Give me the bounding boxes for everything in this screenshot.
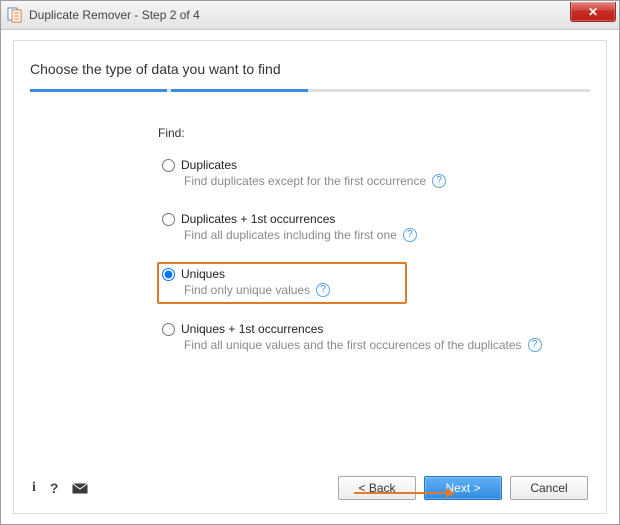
annotation-arrow bbox=[354, 492, 454, 494]
option-desc-text: Find all unique values and the first occ… bbox=[184, 338, 522, 352]
option-opt-uni1: Uniques + 1st occurrences Find all unique… bbox=[158, 318, 584, 358]
option-row[interactable]: Uniques + 1st occurrences bbox=[162, 322, 578, 336]
option-title: Uniques bbox=[181, 267, 225, 281]
app-icon bbox=[7, 7, 23, 23]
option-opt-dup1: Duplicates + 1st occurrences Find all dup… bbox=[158, 208, 584, 248]
option-help-icon[interactable]: ? bbox=[403, 228, 417, 242]
option-row[interactable]: Duplicates bbox=[162, 158, 578, 172]
option-opt-dup: Duplicates Find duplicates except for the… bbox=[158, 154, 584, 194]
option-desc-text: Find only unique values bbox=[184, 283, 310, 297]
back-button[interactable]: < Back bbox=[338, 476, 416, 500]
find-label: Find: bbox=[158, 126, 584, 140]
radio-opt-uni1[interactable] bbox=[162, 323, 175, 336]
titlebar: Duplicate Remover - Step 2 of 4 ✕ bbox=[1, 1, 619, 30]
option-row[interactable]: Duplicates + 1st occurrences bbox=[162, 212, 578, 226]
radio-opt-dup[interactable] bbox=[162, 159, 175, 172]
info-icon[interactable]: i bbox=[32, 480, 36, 496]
radio-opt-dup1[interactable] bbox=[162, 213, 175, 226]
help-icon[interactable]: ? bbox=[50, 480, 59, 496]
next-button[interactable]: Next > bbox=[424, 476, 502, 500]
option-desc-text: Find all duplicates including the first … bbox=[184, 228, 397, 242]
close-button[interactable]: ✕ bbox=[570, 2, 616, 22]
option-title: Duplicates + 1st occurrences bbox=[181, 212, 335, 226]
option-desc: Find only unique values? bbox=[184, 283, 400, 297]
footer: i ? < Back Next > Cancel bbox=[28, 471, 592, 505]
window-title: Duplicate Remover - Step 2 of 4 bbox=[29, 8, 200, 22]
option-desc: Find all duplicates including the first … bbox=[184, 228, 578, 242]
option-help-icon[interactable]: ? bbox=[528, 338, 542, 352]
close-icon: ✕ bbox=[588, 5, 598, 19]
wizard-panel: Choose the type of data you want to find… bbox=[13, 40, 607, 514]
option-help-icon[interactable]: ? bbox=[432, 174, 446, 188]
option-desc: Find all unique values and the first occ… bbox=[184, 338, 578, 352]
cancel-button[interactable]: Cancel bbox=[510, 476, 588, 500]
option-title: Duplicates bbox=[181, 158, 237, 172]
option-row[interactable]: Uniques bbox=[162, 267, 400, 281]
page-heading: Choose the type of data you want to find bbox=[30, 61, 590, 77]
option-help-icon[interactable]: ? bbox=[316, 283, 330, 297]
option-title: Uniques + 1st occurrences bbox=[181, 322, 323, 336]
wizard-window: Duplicate Remover - Step 2 of 4 ✕ Choose… bbox=[0, 0, 620, 525]
client-area: Choose the type of data you want to find… bbox=[1, 30, 619, 524]
option-desc: Find duplicates except for the first occ… bbox=[184, 174, 578, 188]
options-area: Find: Duplicates Find duplicates except f… bbox=[28, 92, 592, 471]
option-desc-text: Find duplicates except for the first occ… bbox=[184, 174, 426, 188]
option-opt-uni: Uniques Find only unique values? bbox=[157, 262, 407, 304]
mail-icon[interactable] bbox=[72, 483, 88, 494]
radio-opt-uni[interactable] bbox=[162, 268, 175, 281]
